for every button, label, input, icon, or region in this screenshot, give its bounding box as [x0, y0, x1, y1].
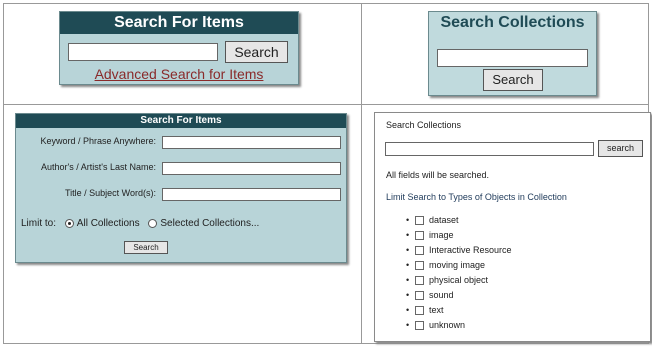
type-label: image: [429, 230, 454, 240]
type-label: Interactive Resource: [429, 245, 512, 255]
type-label: moving image: [429, 260, 486, 270]
advanced-item-search-button[interactable]: Search: [124, 241, 168, 254]
type-label: sound: [429, 290, 454, 300]
object-type-list: • dataset • image • Interactive Resource • m…: [406, 213, 512, 333]
panel-title: Search For Items: [16, 114, 346, 128]
selected-collections-radio[interactable]: [148, 218, 158, 228]
collection-search-button[interactable]: Search: [483, 69, 543, 91]
author-label: Author's / Artist's Last Name:: [41, 162, 156, 172]
title-subject-input[interactable]: [162, 188, 341, 201]
advanced-collection-search-panel: Search Collections search All fields wil…: [374, 112, 651, 342]
advanced-search-link[interactable]: Advanced Search for Items: [60, 66, 298, 82]
type-checkbox[interactable]: [415, 246, 424, 256]
item-search-button[interactable]: Search: [225, 41, 288, 63]
type-label: unknown: [429, 320, 466, 330]
panel-title: Search Collections: [440, 14, 585, 31]
list-item: • physical object: [406, 275, 489, 286]
list-item: • sound: [406, 290, 454, 301]
list-item: • dataset: [406, 215, 459, 226]
title-subject-label: Title / Subject Word(s):: [64, 188, 156, 198]
keyword-input[interactable]: [162, 136, 341, 149]
all-collections-label: All Collections: [76, 218, 140, 229]
panel-title: Search Collections: [386, 120, 462, 130]
simple-item-search-panel: Search For Items Search Advanced Search …: [59, 11, 299, 85]
type-label: text: [429, 305, 444, 315]
author-input[interactable]: [162, 162, 341, 175]
list-item: • moving image: [406, 260, 486, 271]
type-label: dataset: [429, 215, 459, 225]
keyword-label: Keyword / Phrase Anywhere:: [40, 136, 156, 146]
type-checkbox[interactable]: [415, 231, 424, 241]
grid-divider-horizontal: [3, 104, 649, 105]
collection-search-input[interactable]: [437, 49, 588, 67]
advanced-item-search-panel: Search For Items Keyword / Phrase Anywhe…: [15, 113, 347, 263]
collection-search-input[interactable]: [385, 142, 594, 156]
type-checkbox[interactable]: [415, 321, 424, 331]
selected-collections-label: Selected Collections...: [160, 218, 260, 229]
collection-search-button[interactable]: search: [598, 140, 643, 157]
list-item: • image: [406, 230, 454, 241]
limit-label: Limit to:: [21, 218, 57, 229]
grid-divider-vertical: [361, 3, 362, 344]
type-checkbox[interactable]: [415, 276, 424, 286]
type-checkbox[interactable]: [415, 216, 424, 226]
panel-title: Search For Items: [60, 12, 298, 34]
all-collections-radio[interactable]: [64, 218, 74, 228]
type-label: physical object: [429, 275, 489, 285]
list-item: • Interactive Resource: [406, 245, 512, 256]
all-fields-note: All fields will be searched.: [386, 170, 490, 180]
list-item: • text: [406, 305, 444, 316]
type-checkbox[interactable]: [415, 261, 424, 271]
limit-row: Limit to: All Collections Selected Colle…: [21, 218, 259, 229]
type-checkbox[interactable]: [415, 291, 424, 301]
simple-collection-search-panel: Search Collections Search: [428, 11, 597, 96]
item-search-input[interactable]: [68, 43, 218, 61]
type-checkbox[interactable]: [415, 306, 424, 316]
list-item: • unknown: [406, 320, 466, 331]
object-type-heading: Limit Search to Types of Objects in Coll…: [386, 192, 567, 202]
